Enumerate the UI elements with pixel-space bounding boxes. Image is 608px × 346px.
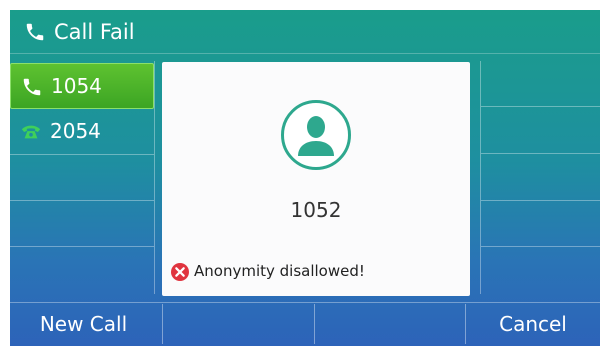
new-call-button[interactable]: New Call	[10, 302, 157, 346]
caller-number: 1052	[290, 198, 342, 222]
error-message: Anonymity disallowed!	[194, 262, 365, 280]
right-key-empty[interactable]	[481, 247, 600, 293]
phone-screen: Call Fail 1054 2054 1052 Anonymity disal…	[10, 10, 600, 346]
phone-handset-icon	[23, 78, 41, 96]
softkey-bar: New Call Cancel	[10, 302, 600, 346]
desk-phone-icon	[21, 125, 41, 139]
cancel-button[interactable]: Cancel	[466, 302, 600, 346]
line-key-list: 1054 2054	[10, 61, 155, 294]
line-key-empty[interactable]	[10, 247, 154, 293]
right-key-empty[interactable]	[481, 108, 600, 154]
right-key-empty[interactable]	[481, 155, 600, 201]
error-x-icon	[171, 263, 189, 281]
line-key-1054[interactable]: 1054	[10, 63, 154, 109]
right-key-empty[interactable]	[481, 201, 600, 247]
title-bar: Call Fail	[10, 10, 600, 54]
line-key-label: 2054	[50, 119, 101, 143]
line-key-2054[interactable]: 2054	[10, 109, 154, 155]
line-key-label: 1054	[51, 74, 102, 98]
call-info-card: 1052 Anonymity disallowed!	[162, 62, 470, 296]
line-key-empty[interactable]	[10, 155, 154, 201]
right-key-list	[480, 61, 600, 294]
divider	[481, 153, 600, 154]
right-key-empty[interactable]	[481, 61, 600, 107]
contact-avatar-icon	[281, 100, 351, 170]
page-title: Call Fail	[54, 20, 135, 44]
line-key-empty[interactable]	[10, 201, 154, 247]
softkey-2[interactable]	[163, 302, 310, 346]
divider	[481, 106, 600, 107]
phone-icon	[26, 23, 44, 41]
softkey-3[interactable]	[315, 302, 462, 346]
